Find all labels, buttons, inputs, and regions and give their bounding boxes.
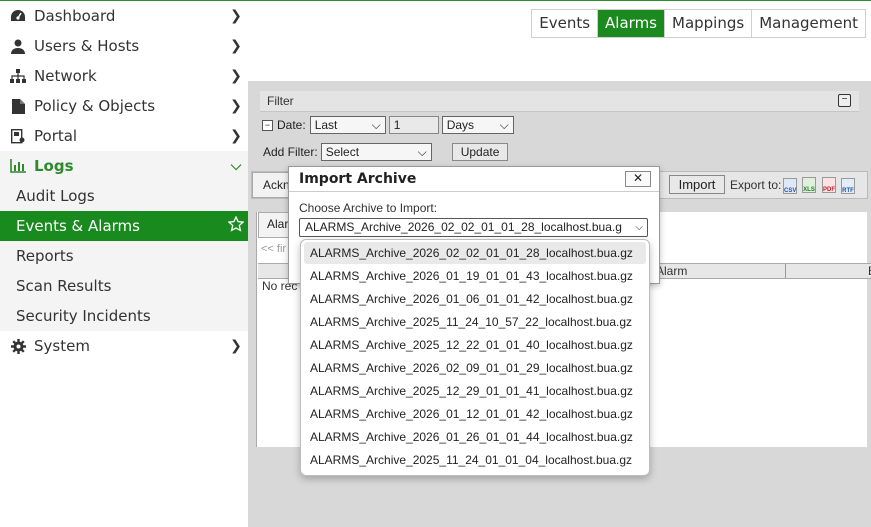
sidebar-item-events-alarms[interactable]: Events & Alarms: [0, 211, 248, 241]
user-icon: [9, 39, 27, 54]
archive-field-label: Choose Archive to Import:: [299, 201, 438, 215]
collapse-filter-button[interactable]: −: [838, 94, 851, 107]
add-filter-label: Add Filter:: [263, 145, 318, 159]
date-value-input[interactable]: 1: [388, 116, 439, 134]
chevron-down-icon: ⌵: [230, 158, 242, 174]
star-icon[interactable]: [224, 215, 248, 236]
dashboard-icon: [9, 9, 27, 23]
pager-first[interactable]: << fir: [261, 243, 286, 255]
chevron-right-icon: ❯: [230, 98, 242, 114]
archive-option[interactable]: ALARMS_Archive_2025_12_29_01_01_41_local…: [304, 380, 646, 402]
chevron-down-icon: ⌵: [499, 117, 509, 132]
network-icon: [9, 69, 27, 83]
archive-option[interactable]: ALARMS_Archive_2026_01_06_01_01_42_local…: [304, 288, 646, 310]
portal-icon: [9, 128, 27, 144]
archive-option[interactable]: ALARMS_Archive_2026_01_19_01_01_43_local…: [304, 265, 646, 287]
date-unit-select[interactable]: Days ⌵: [441, 116, 514, 134]
tab-events[interactable]: Events: [532, 10, 597, 37]
sidebar-item-audit-logs[interactable]: Audit Logs: [0, 181, 248, 211]
date-mode-value: Last: [314, 118, 338, 132]
sidebar-item-label: System: [34, 337, 90, 355]
tab-management[interactable]: Management: [751, 10, 865, 37]
dialog-title: Import Archive: [299, 171, 417, 187]
sidebar-item-label: Events & Alarms: [16, 217, 140, 235]
add-filter-row: Add Filter: Select ⌵ Update: [263, 143, 509, 161]
date-filter-row: − Date: Last ⌵ 1 Days ⌵: [262, 116, 514, 134]
sidebar-item-users-hosts[interactable]: Users & Hosts ❯: [0, 31, 248, 61]
tab-mappings[interactable]: Mappings: [664, 10, 751, 37]
chevron-right-icon: ❯: [230, 8, 242, 24]
filter-header: Filter: [260, 91, 859, 112]
archive-option[interactable]: ALARMS_Archive_2026_01_12_01_01_42_local…: [304, 403, 646, 425]
sidebar-item-reports[interactable]: Reports: [0, 241, 248, 271]
filter-title: Filter: [267, 94, 294, 108]
sidebar-item-dashboard[interactable]: Dashboard ❯: [0, 1, 248, 31]
chevron-right-icon: ❯: [230, 38, 242, 54]
archive-options-list: ALARMS_Archive_2026_02_02_01_01_28_local…: [300, 239, 650, 476]
sidebar-item-label: Dashboard: [34, 7, 116, 25]
pdf-export-icon[interactable]: PDF: [822, 177, 836, 193]
sidebar-item-system[interactable]: System ❯: [0, 331, 248, 361]
chevron-right-icon: ❯: [230, 338, 242, 354]
date-label: Date:: [277, 118, 306, 132]
archive-option[interactable]: ALARMS_Archive_2026_02_02_01_01_28_local…: [304, 242, 646, 264]
sidebar-item-label: Logs: [34, 157, 74, 175]
sidebar-item-label: Users & Hosts: [34, 37, 140, 55]
archive-option[interactable]: ALARMS_Archive_2026_01_26_01_01_44_local…: [304, 426, 646, 448]
update-button[interactable]: Update: [451, 143, 509, 161]
date-toggle-checkbox[interactable]: −: [262, 119, 273, 131]
sidebar-item-label: Network: [34, 67, 97, 85]
sidebar-item-policy-objects[interactable]: Policy & Objects ❯: [0, 91, 248, 121]
sidebar-item-portal[interactable]: Portal ❯: [0, 121, 248, 151]
bar-chart-icon: [9, 159, 27, 173]
column-alarm[interactable]: Alarm: [656, 264, 687, 278]
chevron-down-icon: ⌵: [635, 222, 643, 233]
sidebar-item-network[interactable]: Network ❯: [0, 61, 248, 91]
archive-option[interactable]: ALARMS_Archive_2025_12_22_01_01_40_local…: [304, 334, 646, 356]
sidebar-item-label: Portal: [34, 127, 78, 145]
sidebar: Dashboard ❯ Users & Hosts ❯ Network ❯ Po…: [0, 1, 248, 527]
archive-option[interactable]: ALARMS_Archive_2026_02_09_01_01_29_local…: [304, 357, 646, 379]
chevron-right-icon: ❯: [230, 68, 242, 84]
rtf-export-icon[interactable]: RTF: [841, 178, 855, 194]
sidebar-item-security-incidents[interactable]: Security Incidents: [0, 301, 248, 331]
chevron-down-icon: ⌵: [417, 144, 427, 159]
xls-export-icon[interactable]: XLS: [802, 177, 816, 193]
sidebar-item-label: Scan Results: [16, 277, 112, 295]
sidebar-item-label: Policy & Objects: [34, 97, 156, 115]
sidebar-item-label: Security Incidents: [16, 307, 151, 325]
chevron-right-icon: ❯: [230, 128, 242, 144]
column-divider: [785, 264, 786, 278]
gear-icon: [9, 338, 27, 354]
sidebar-item-scan-results[interactable]: Scan Results: [0, 271, 248, 301]
dialog-divider: [289, 191, 659, 192]
tab-alarms[interactable]: Alarms: [597, 10, 664, 37]
close-button[interactable]: ✕: [625, 171, 651, 187]
archive-select-value: ALARMS_Archive_2026_02_02_01_01_28_local…: [305, 220, 622, 234]
sidebar-item-label: Audit Logs: [16, 187, 95, 205]
sidebar-item-label: Reports: [16, 247, 74, 265]
archive-select[interactable]: ALARMS_Archive_2026_02_02_01_01_28_local…: [299, 218, 648, 237]
sidebar-item-logs[interactable]: Logs ⌵: [0, 151, 248, 181]
add-filter-value: Select: [325, 145, 360, 159]
date-unit-value: Days: [446, 118, 475, 132]
view-tabs: Events Alarms Mappings Management: [531, 9, 866, 38]
import-button[interactable]: Import: [669, 175, 725, 194]
chevron-down-icon: ⌵: [371, 117, 381, 132]
export-label: Export to:: [730, 178, 782, 192]
archive-option[interactable]: ALARMS_Archive_2025_11_24_10_57_22_local…: [304, 311, 646, 333]
document-icon: [9, 98, 27, 114]
date-mode-select[interactable]: Last ⌵: [309, 116, 386, 134]
csv-export-icon[interactable]: CSV: [783, 178, 797, 194]
add-filter-select[interactable]: Select ⌵: [320, 143, 432, 161]
archive-option[interactable]: ALARMS_Archive_2025_11_24_01_01_04_local…: [304, 449, 646, 471]
